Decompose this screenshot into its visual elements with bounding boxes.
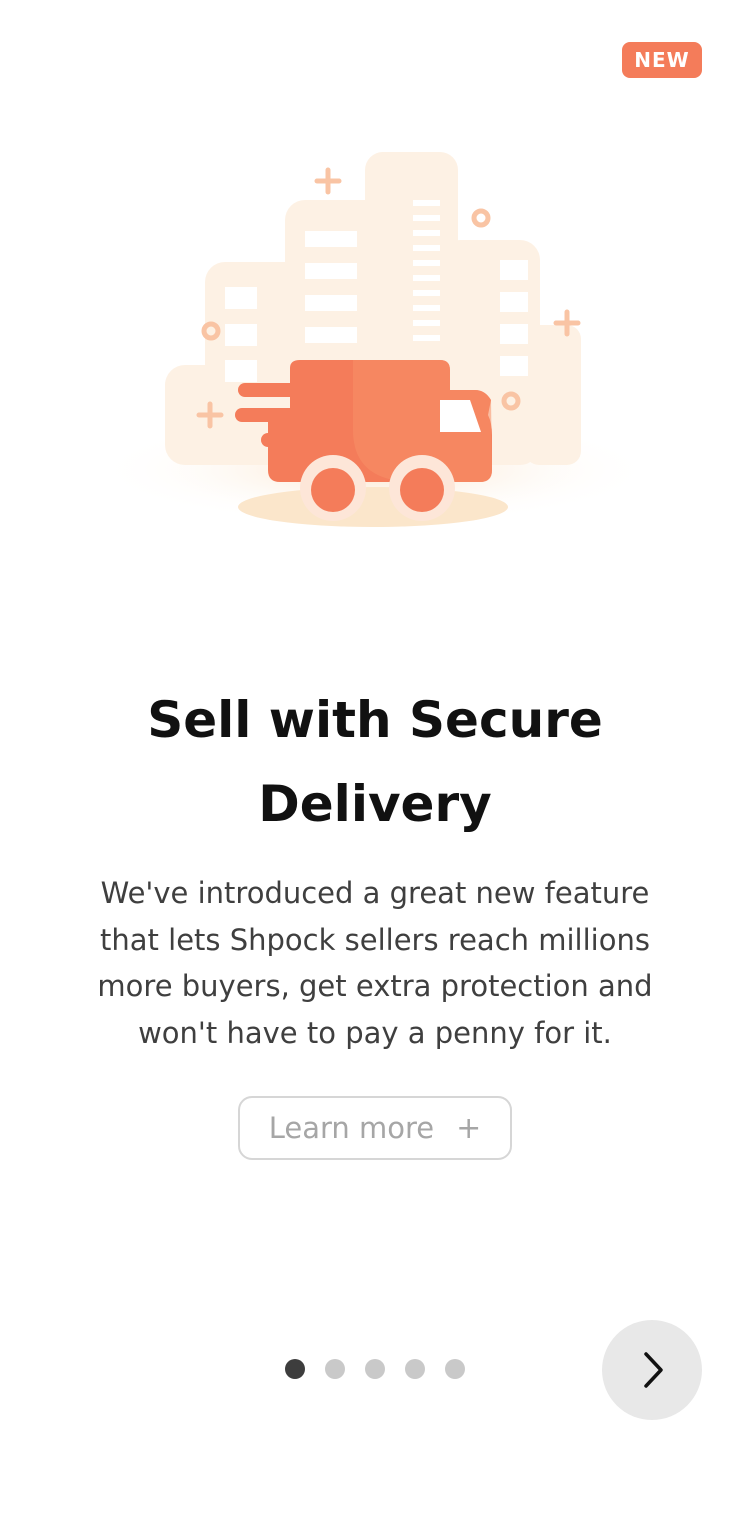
feature-description: We've introduced a great new feature tha… [97,876,653,1050]
page-dot [325,1359,345,1379]
new-badge: NEW [622,42,702,78]
page-indicator [285,1359,465,1379]
learn-more-label: Learn more [268,1111,435,1145]
page-title: Sell with Secure Delivery [147,691,603,833]
page-dot [365,1359,385,1379]
plus-icon: + [456,1110,482,1146]
page-dot [445,1359,465,1379]
page-dot-active [285,1359,305,1379]
next-button[interactable] [602,1320,702,1420]
page-dot [405,1359,425,1379]
learn-more-button[interactable]: Learn more + [238,1096,512,1160]
delivery-truck-city-icon [95,152,655,527]
chevron-right-icon [644,1352,663,1388]
